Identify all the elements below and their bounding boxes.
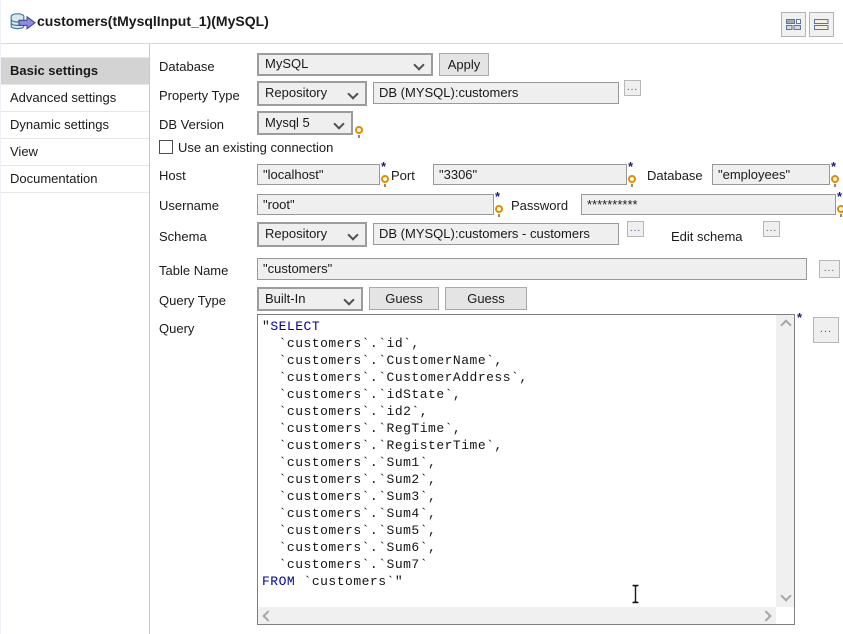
database-name-input[interactable]: "employees" — [712, 164, 830, 185]
titlebar: customers(tMysqlInput_1)(MySQL) — [1, 0, 843, 44]
chevron-down-icon — [347, 229, 358, 240]
password-input[interactable]: ********** — [581, 194, 836, 215]
use-existing-connection-label: Use an existing connection — [178, 140, 333, 155]
query-editor[interactable]: "SELECT `customers`.`id`, `customers`.`C… — [257, 314, 795, 625]
hint-lightbulb-icon — [831, 175, 839, 183]
query-line: `customers`.`id2`, — [262, 404, 428, 419]
table-name-more-button[interactable]: ... — [819, 260, 840, 278]
query-line: `customers`.`Sum3`, — [262, 489, 436, 504]
query-line: `customers`.`Sum5`, — [262, 523, 436, 538]
required-marker: * — [381, 159, 386, 174]
text-cursor-icon — [631, 584, 641, 607]
query-line: `customers`.`CustomerName`, — [262, 353, 503, 368]
query-type-select[interactable]: Built-In — [257, 287, 363, 311]
component-settings-panel: customers(tMysqlInput_1)(MySQL) Basic se… — [0, 0, 843, 634]
database-label: Database — [159, 59, 215, 74]
guess-schema-button[interactable]: Guess schema — [445, 287, 527, 310]
sidebar-item-basic-settings[interactable]: Basic settings — [1, 57, 149, 85]
db-version-select-value: Mysql 5 — [265, 115, 310, 130]
query-line: `customers`.`Sum2`, — [262, 472, 436, 487]
username-label: Username — [159, 198, 219, 213]
query-line: `customers`.`Sum1`, — [262, 455, 436, 470]
mysql-input-component-icon — [10, 13, 36, 35]
schema-repository-more-button[interactable]: ... — [627, 221, 644, 237]
chevron-down-icon — [347, 88, 358, 99]
sidebar-item-documentation[interactable]: Documentation — [1, 166, 149, 193]
guess-query-button[interactable]: Guess Query — [369, 287, 439, 310]
port-label: Port — [391, 168, 415, 183]
settings-sidebar: Basic settingsAdvanced settingsDynamic s… — [1, 44, 150, 634]
hint-lightbulb-icon — [355, 126, 363, 134]
property-type-select-value: Repository — [265, 85, 327, 100]
query-line: FROM `customers`" — [262, 574, 403, 589]
password-label: Password — [511, 198, 568, 213]
query-type-label: Query Type — [159, 293, 226, 308]
query-more-button[interactable]: ... — [813, 317, 839, 343]
db-version-select[interactable]: Mysql 5 — [257, 111, 353, 135]
db-version-label: DB Version — [159, 117, 224, 132]
schema-label: Schema — [159, 229, 207, 244]
hint-lightbulb-icon — [381, 175, 389, 183]
query-type-select-value: Built-In — [265, 291, 305, 306]
chevron-down-icon — [343, 294, 354, 305]
scroll-left-icon[interactable] — [262, 610, 273, 621]
query-line: `customers`.`RegisterTime`, — [262, 438, 503, 453]
hint-lightbulb-icon — [495, 205, 503, 213]
query-line: `customers`.`CustomerAddress`, — [262, 370, 528, 385]
query-line: `customers`.`Sum4`, — [262, 506, 436, 521]
property-type-label: Property Type — [159, 88, 240, 103]
required-marker: * — [831, 159, 836, 174]
sidebar-item-dynamic-settings[interactable]: Dynamic settings — [1, 112, 149, 139]
columns-layout-icon — [785, 16, 802, 33]
table-name-input[interactable]: "customers" — [257, 258, 807, 280]
database-select-value: MySQL — [265, 56, 308, 71]
scroll-up-icon[interactable] — [780, 319, 791, 330]
property-repository-field[interactable]: DB (MYSQL):customers — [373, 82, 619, 104]
host-label: Host — [159, 168, 186, 183]
database-select[interactable]: MySQL — [257, 53, 433, 76]
hint-lightbulb-icon — [837, 205, 843, 213]
database-name-label: Database — [647, 168, 703, 183]
sidebar-item-view[interactable]: View — [1, 139, 149, 166]
rows-layout-icon — [813, 16, 830, 33]
layout-columns-button[interactable] — [781, 12, 806, 37]
query-line: `customers`.`RegTime`, — [262, 421, 461, 436]
required-marker: * — [495, 189, 500, 204]
scroll-right-icon[interactable] — [760, 610, 771, 621]
required-marker: * — [797, 310, 802, 325]
query-line: `customers`.`Sum6`, — [262, 540, 436, 555]
page-title: customers(tMysqlInput_1)(MySQL) — [37, 13, 269, 29]
query-line: `customers`.`idState`, — [262, 387, 461, 402]
property-type-select[interactable]: Repository — [257, 81, 367, 106]
sidebar-item-advanced-settings[interactable]: Advanced settings — [1, 85, 149, 112]
query-label: Query — [159, 321, 194, 336]
table-name-label: Table Name — [159, 263, 228, 278]
chevron-down-icon — [413, 59, 424, 70]
apply-button[interactable]: Apply — [439, 53, 489, 76]
layout-rows-button[interactable] — [809, 12, 834, 37]
property-repository-more-button[interactable]: ... — [624, 80, 641, 96]
query-line: "SELECT — [262, 319, 328, 334]
chevron-down-icon — [333, 118, 344, 129]
scroll-down-icon[interactable] — [780, 590, 791, 601]
required-marker: * — [837, 189, 842, 204]
schema-type-select-value: Repository — [265, 226, 327, 241]
port-input[interactable]: "3306" — [433, 164, 627, 185]
query-sql-text: "SELECT `customers`.`id`, `customers`.`C… — [262, 318, 528, 590]
required-marker: * — [628, 159, 633, 174]
sidebar-list: Basic settingsAdvanced settingsDynamic s… — [1, 57, 149, 193]
vertical-scrollbar[interactable] — [776, 315, 794, 607]
edit-schema-more-button[interactable]: ... — [763, 221, 780, 237]
query-line: `customers`.`Sum7` — [262, 557, 428, 572]
use-existing-connection-checkbox[interactable] — [159, 140, 173, 154]
schema-repository-field[interactable]: DB (MYSQL):customers - customers — [373, 223, 619, 245]
username-input[interactable]: "root" — [257, 194, 494, 215]
hint-lightbulb-icon — [628, 175, 636, 183]
edit-schema-label: Edit schema — [671, 229, 743, 244]
schema-type-select[interactable]: Repository — [257, 222, 367, 247]
host-input[interactable]: "localhost" — [257, 164, 380, 185]
query-line: `customers`.`id`, — [262, 336, 420, 351]
horizontal-scrollbar[interactable] — [258, 607, 776, 624]
